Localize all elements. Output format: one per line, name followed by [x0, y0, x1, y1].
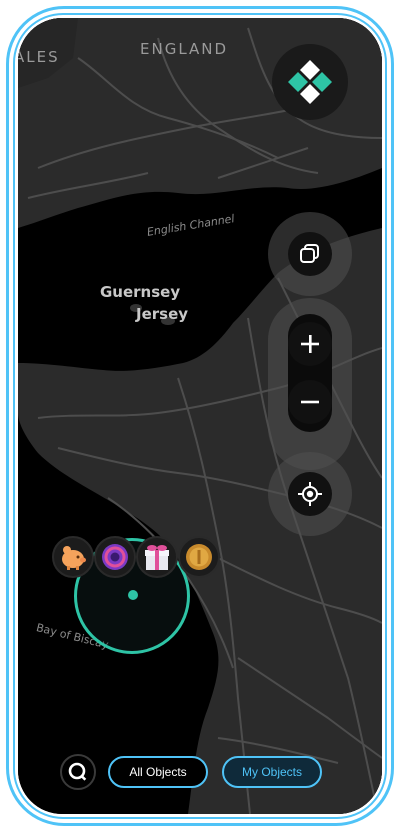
object-piggy-bank[interactable]	[52, 536, 94, 578]
search-button[interactable]	[60, 754, 96, 790]
object-gift[interactable]	[136, 536, 178, 578]
all-objects-button[interactable]: All Objects	[108, 756, 208, 788]
my-objects-button[interactable]: My Objects	[222, 756, 322, 788]
gift-box-icon	[145, 545, 169, 570]
plus-icon	[301, 335, 319, 353]
app-logo-button[interactable]	[272, 44, 348, 120]
locate-icon	[298, 482, 322, 506]
piggy-bank-icon	[62, 546, 86, 570]
map-label-jersey: Jersey	[136, 305, 189, 323]
zoom-out-button[interactable]	[288, 380, 332, 424]
screen: ALES ENGLAND English Channel Guernsey Je…	[18, 18, 382, 814]
map-label-guernsey: Guernsey	[100, 283, 181, 301]
gold-coin-icon	[186, 544, 212, 570]
locate-me-button[interactable]	[288, 472, 332, 516]
map-label-england: ENGLAND	[140, 40, 229, 58]
zoom-controls	[288, 314, 332, 432]
search-icon	[68, 762, 87, 781]
layers-icon	[300, 244, 319, 263]
user-location-dot	[128, 590, 138, 600]
layers-button[interactable]	[288, 232, 332, 276]
minus-icon	[301, 400, 319, 404]
object-coin[interactable]	[178, 536, 220, 578]
zoom-in-button[interactable]	[288, 322, 332, 366]
portal-orb-icon	[102, 544, 128, 570]
map-label-wales: ALES	[18, 48, 60, 66]
object-orb[interactable]	[94, 536, 136, 578]
app-logo-icon	[288, 60, 332, 104]
bottom-bar: All Objects My Objects	[18, 752, 382, 792]
